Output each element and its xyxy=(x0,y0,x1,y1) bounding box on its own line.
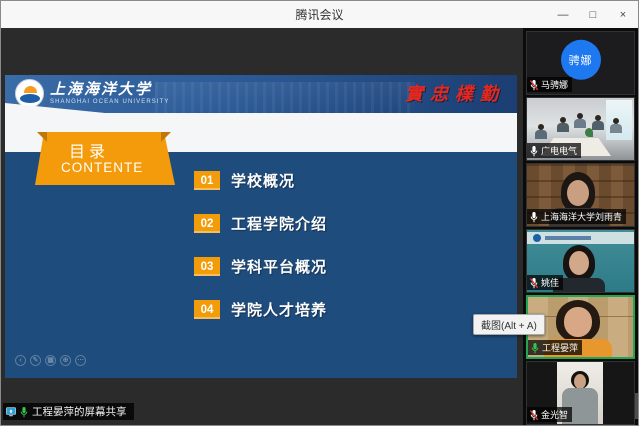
mic-muted-icon xyxy=(529,79,539,91)
maximize-button[interactable]: □ xyxy=(578,1,608,28)
toc-item-label: 学校概况 xyxy=(231,170,295,191)
slide-header-banner: 上海海洋大学 SHANGHAI OCEAN UNIVERSITY 實忠檏勤 xyxy=(5,75,517,113)
toc-item-number: 01 xyxy=(194,171,220,190)
video-scene-person xyxy=(574,374,586,389)
more-icon[interactable]: ⋯ xyxy=(75,355,86,366)
titlebar: 腾讯会议 — □ × xyxy=(1,1,638,28)
toc-item-label: 学院人才培养 xyxy=(231,299,327,320)
participant-name-tag: 姚佳 xyxy=(527,275,563,290)
meeting-window: 腾讯会议 — □ × 上海海洋大学 SHANGHAI OCEAN UNIVERS… xyxy=(0,0,639,426)
toc-title-cn: 目录 xyxy=(69,138,109,162)
participant-name-tag: 马骋娜 xyxy=(527,77,572,92)
screen-share-label: 工程晏萍的屏幕共享 xyxy=(32,404,127,419)
university-name-cn: 上海海洋大学 xyxy=(50,82,170,97)
toc-item: 01 学校概况 xyxy=(194,171,327,190)
participant-name-tag: 金光智 xyxy=(527,407,572,422)
presentation-slide: 上海海洋大学 SHANGHAI OCEAN UNIVERSITY 實忠檏勤 目录… xyxy=(5,75,517,378)
video-scene-person xyxy=(569,251,589,275)
mic-on-icon xyxy=(529,145,539,157)
video-scene-shape xyxy=(533,234,541,242)
close-button[interactable]: × xyxy=(608,1,638,28)
participant-tile[interactable]: 上海海洋大学刘雨青 xyxy=(526,163,635,227)
mic-on-green-icon xyxy=(19,406,29,418)
participant-tile[interactable]: 骋娜 马骋娜 xyxy=(526,31,635,95)
zoom-icon[interactable]: ⊕ xyxy=(60,355,71,366)
toc-item-number: 03 xyxy=(194,257,220,276)
campus-building-art xyxy=(155,82,415,113)
participant-tile[interactable]: 广电电气 xyxy=(526,97,635,161)
all-slides-icon[interactable]: ▦ xyxy=(45,355,56,366)
ribbon-fold-right xyxy=(161,132,171,142)
toc-item: 02 工程学院介绍 xyxy=(194,214,327,233)
pen-icon[interactable]: ✎ xyxy=(30,355,41,366)
minimize-button[interactable]: — xyxy=(548,1,578,28)
main-area: 上海海洋大学 SHANGHAI OCEAN UNIVERSITY 實忠檏勤 目录… xyxy=(1,28,638,425)
toc-item: 04 学院人才培养 xyxy=(194,300,327,319)
mic-muted-icon xyxy=(529,409,539,421)
university-name-en: SHANGHAI OCEAN UNIVERSITY xyxy=(50,99,170,105)
participant-name: 姚佳 xyxy=(541,276,559,289)
participants-sidebar[interactable]: 骋娜 马骋娜 xyxy=(523,28,638,425)
participant-name: 金光智 xyxy=(541,408,568,421)
presenter-toolbar: ‹ ✎ ▦ ⊕ ⋯ xyxy=(15,355,86,366)
participant-tile[interactable]: 姚佳 xyxy=(526,229,635,293)
participant-name-tag: 上海海洋大学刘雨青 xyxy=(527,209,626,224)
participant-tile[interactable]: 金光智 xyxy=(526,361,635,425)
participant-name-tag: 工程晏萍 xyxy=(528,340,582,355)
participant-name: 工程晏萍 xyxy=(542,341,578,354)
avatar: 骋娜 xyxy=(561,40,601,80)
video-scene-person xyxy=(574,113,586,128)
toc-item-number: 02 xyxy=(194,214,220,233)
university-logo: 上海海洋大学 SHANGHAI OCEAN UNIVERSITY xyxy=(15,79,170,108)
mic-speaking-icon xyxy=(530,342,540,354)
toc-item-label: 工程学院介绍 xyxy=(231,213,327,234)
window-controls: — □ × xyxy=(548,1,638,28)
window-title: 腾讯会议 xyxy=(295,6,343,23)
video-scene-person xyxy=(592,115,604,130)
prev-slide-icon[interactable]: ‹ xyxy=(15,355,26,366)
mic-muted-icon xyxy=(529,277,539,289)
participant-name: 上海海洋大学刘雨青 xyxy=(541,210,622,223)
university-motto: 實忠檏勤 xyxy=(405,80,505,106)
toc-item-number: 04 xyxy=(194,300,220,319)
toc-item-label: 学科平台概况 xyxy=(231,256,327,277)
screenshot-tooltip: 截图(Alt + A) xyxy=(473,314,545,335)
screen-share-icon xyxy=(6,406,16,418)
shared-screen-stage: 上海海洋大学 SHANGHAI OCEAN UNIVERSITY 實忠檏勤 目录… xyxy=(1,28,523,425)
video-scene-person xyxy=(535,124,547,139)
university-seal-icon xyxy=(15,79,44,108)
participant-name: 广电电气 xyxy=(541,144,577,157)
screen-share-banner[interactable]: 工程晏萍的屏幕共享 xyxy=(3,403,134,420)
toc-item: 03 学科平台概况 xyxy=(194,257,327,276)
video-scene-person xyxy=(557,117,569,132)
mic-on-icon xyxy=(529,211,539,223)
video-scene-shape xyxy=(545,236,591,240)
toc-ribbon: 目录 CONTENTE xyxy=(35,132,175,185)
ribbon-fold-left xyxy=(37,132,47,142)
toc-list: 01 学校概况 02 工程学院介绍 03 学科平台概况 04 学院人才培养 xyxy=(194,171,327,343)
participant-name-tag: 广电电气 xyxy=(527,143,581,158)
video-scene-person xyxy=(610,118,622,133)
toc-title-en: CONTENTE xyxy=(61,160,143,175)
video-scene-person xyxy=(564,307,592,337)
video-scene-person xyxy=(567,180,589,206)
participant-name: 马骋娜 xyxy=(541,78,568,91)
